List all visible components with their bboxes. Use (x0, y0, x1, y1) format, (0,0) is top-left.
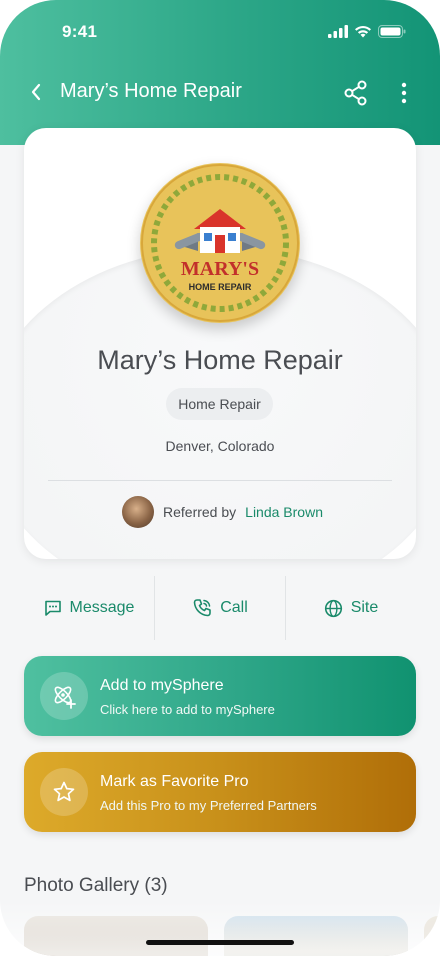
add-to-mysphere-button[interactable]: Add to mySphere Click here to add to myS… (24, 656, 416, 736)
business-logo: MARY'S HOME REPAIR (140, 163, 300, 323)
wifi-icon (355, 25, 371, 38)
favorite-icon-badge (40, 768, 88, 816)
home-indicator[interactable] (146, 940, 294, 945)
card-divider (48, 480, 392, 481)
business-location: Denver, Colorado (165, 438, 275, 454)
status-time: 9:41 (62, 22, 98, 41)
referral-prefix: Referred by (163, 504, 237, 520)
star-icon (53, 781, 75, 802)
status-icons (328, 25, 406, 38)
favorite-title: Mark as Favorite Pro (100, 773, 249, 790)
profile-card: MARY'S HOME REPAIR Mary’s Home Repair Ho… (24, 128, 416, 559)
page-title: Mary’s Home Repair (60, 80, 242, 102)
site-button[interactable]: Site (286, 576, 416, 640)
business-logo-graphic: MARY'S HOME REPAIR (141, 164, 299, 322)
more-vertical-icon (401, 82, 407, 104)
phone-icon (193, 599, 212, 617)
signal-icon (328, 25, 348, 38)
share-button[interactable] (342, 80, 370, 106)
back-button[interactable] (24, 79, 48, 105)
mark-favorite-button[interactable]: Mark as Favorite Pro Add this Pro to my … (24, 752, 416, 832)
favorite-subtitle: Add this Pro to my Preferred Partners (100, 798, 317, 813)
message-button[interactable]: Message (24, 576, 154, 640)
chevron-left-icon (31, 83, 41, 101)
mysphere-title: Add to mySphere (100, 677, 224, 694)
message-icon (44, 600, 61, 616)
action-bar: Message Call Site (24, 576, 416, 640)
sphere-icon-badge (40, 672, 88, 720)
share-icon (344, 80, 367, 106)
call-button[interactable]: Call (155, 576, 285, 640)
referrer-avatar (122, 496, 154, 528)
logo-text-bottom: HOME REPAIR (189, 282, 252, 292)
call-label: Call (220, 599, 248, 616)
header-bar: 9:41 Mary’s Home Repair (0, 0, 440, 145)
referrer-link[interactable]: Linda Brown (245, 504, 323, 520)
phone-screen: 9:41 Mary’s Home Repair MARY'S HOME REPA… (0, 0, 440, 956)
photo-gallery-title: Photo Gallery (3) (24, 875, 168, 896)
bottom-fade (0, 900, 440, 956)
globe-icon (324, 599, 342, 617)
referral-row: Referred by Linda Brown (122, 496, 323, 528)
atom-add-icon (54, 686, 76, 709)
mysphere-subtitle: Click here to add to mySphere (100, 702, 275, 717)
battery-icon (378, 25, 406, 38)
message-label: Message (69, 599, 135, 616)
business-name: Mary’s Home Repair (97, 345, 343, 375)
more-options-button[interactable] (396, 80, 412, 106)
site-label: Site (350, 599, 379, 616)
category-badge: Home Repair (166, 388, 273, 420)
logo-text-top: MARY'S (181, 258, 259, 280)
